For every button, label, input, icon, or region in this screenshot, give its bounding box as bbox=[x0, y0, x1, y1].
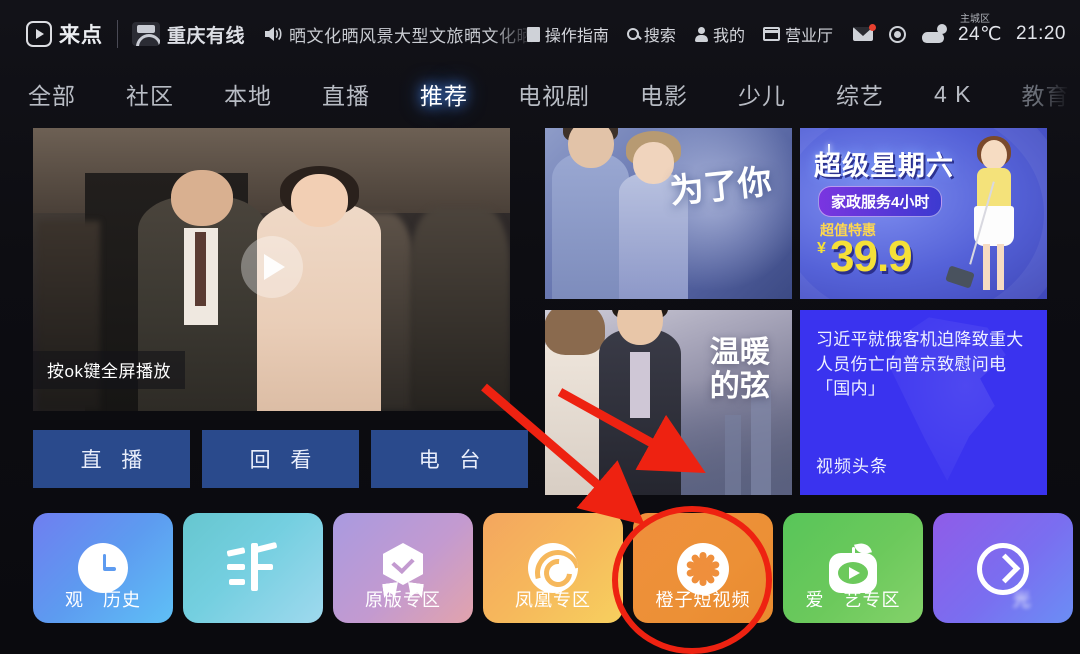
tile-arrow-zone[interactable]: 光 bbox=[933, 513, 1073, 623]
tab-recommend[interactable]: 推荐 bbox=[408, 71, 480, 116]
tab-variety[interactable]: 综艺 bbox=[836, 77, 884, 111]
tv-home-screen: 来点 重庆有线 晒文化晒风景大型文旅晒文化晒 操作指南 搜索 我的 营业厅 主城… bbox=[0, 0, 1080, 654]
radio-button[interactable]: 电 台 bbox=[371, 430, 528, 488]
tile-label: 爱 艺专区 bbox=[805, 590, 901, 610]
news-headline: 习近平就俄客机迫降致重大人员伤亡向普京致慰问电「国内」 bbox=[816, 330, 1024, 399]
drama-title-line-2: 的弦 bbox=[709, 370, 770, 404]
play-logo-icon bbox=[26, 21, 52, 47]
header-divider bbox=[117, 20, 118, 48]
weather-block: 主城区 24℃ bbox=[957, 14, 1002, 46]
tab-kids[interactable]: 少儿 bbox=[738, 77, 786, 111]
drama-title-line-1: 温暖 bbox=[709, 335, 770, 369]
play-icon[interactable] bbox=[240, 235, 303, 298]
header-right-group: 操作指南 搜索 我的 营业厅 主城区 24℃ 21:20 bbox=[509, 0, 1066, 68]
ad-pill-label: 家政服务4小时 bbox=[818, 186, 943, 217]
menu-item-shop-label: 营业厅 bbox=[784, 28, 833, 45]
tab-live[interactable]: 直播 bbox=[322, 77, 370, 111]
play-hint-label: 按ok键全屏播放 bbox=[33, 351, 185, 389]
region-label: 主城区 bbox=[959, 13, 990, 25]
temperature-label: 24℃ bbox=[957, 23, 1002, 45]
drama-card-weinini[interactable]: 为了你 bbox=[545, 128, 792, 299]
sun-cloud-icon bbox=[921, 24, 948, 44]
tile-fun[interactable] bbox=[183, 513, 323, 623]
shop-icon bbox=[762, 27, 780, 41]
live-button[interactable]: 直 播 bbox=[33, 430, 190, 488]
tile-label: 光 bbox=[974, 590, 1032, 610]
featured-video-player[interactable]: 按ok键全屏播放 bbox=[33, 128, 510, 411]
user-icon bbox=[694, 26, 708, 42]
mail-icon[interactable] bbox=[852, 24, 876, 41]
tile-label: 橙子短视频 bbox=[655, 590, 751, 610]
promo-ad-card[interactable]: 超级星期六 家政服务4小时 超值特惠 ¥ 39.9 bbox=[800, 128, 1047, 299]
menu-item-guide-label: 操作指南 bbox=[544, 28, 609, 45]
mail-badge-dot bbox=[868, 24, 876, 31]
header-left-group: 来点 重庆有线 晒文化晒风景大型文旅晒文化晒 bbox=[0, 19, 534, 49]
tile-original-zone[interactable]: 原版专区 bbox=[333, 513, 473, 623]
tab-community[interactable]: 社区 bbox=[126, 77, 174, 111]
menu-item-mine-label: 我的 bbox=[712, 28, 745, 45]
playback-button[interactable]: 回 看 bbox=[202, 430, 359, 488]
marquee-text: 晒文化晒风景大型文旅晒文化晒 bbox=[289, 26, 535, 46]
target-icon[interactable] bbox=[888, 25, 906, 43]
tile-label: 原版专区 bbox=[365, 590, 441, 610]
clock-label: 21:20 bbox=[1015, 23, 1066, 44]
search-icon bbox=[626, 28, 639, 40]
tile-orange-short-video[interactable]: 橙子短视频 bbox=[633, 513, 773, 623]
tile-label: 凤凰专区 bbox=[515, 590, 591, 610]
menu-item-mine[interactable]: 我的 bbox=[694, 22, 745, 46]
tile-label: 观 历史 bbox=[65, 590, 141, 610]
app-tile-row: 观 历史 原版专区 凤凰专区 橙子短视频 爱 艺专区 光 bbox=[33, 513, 1073, 623]
category-tab-bar: 全部 社区 本地 直播 推荐 电视剧 电影 少儿 综艺 4 K 教育 bbox=[0, 70, 1080, 118]
tab-local[interactable]: 本地 bbox=[224, 77, 272, 111]
guide-book-icon bbox=[526, 26, 540, 42]
tab-tv-series[interactable]: 电视剧 bbox=[518, 77, 590, 111]
cable-wifi-icon bbox=[132, 22, 160, 46]
tab-education[interactable]: 教育 bbox=[1022, 77, 1070, 111]
tab-all[interactable]: 全部 bbox=[28, 77, 76, 111]
ad-illustration bbox=[965, 136, 1029, 295]
tab-movies[interactable]: 电影 bbox=[640, 77, 688, 111]
menu-item-search[interactable]: 搜索 bbox=[626, 22, 676, 46]
tab-4k[interactable]: 4 K bbox=[934, 81, 972, 108]
tile-watch-history[interactable]: 观 历史 bbox=[33, 513, 173, 623]
menu-item-shop[interactable]: 营业厅 bbox=[762, 22, 833, 46]
top-header-bar: 来点 重庆有线 晒文化晒风景大型文旅晒文化晒 操作指南 搜索 我的 营业厅 主城… bbox=[0, 0, 1080, 68]
news-headline-card[interactable]: 习近平就俄客机迫降致重大人员伤亡向普京致慰问电「国内」 视频头条 bbox=[800, 310, 1047, 495]
speaker-icon bbox=[263, 25, 283, 43]
news-tag-label: 视频头条 bbox=[816, 457, 888, 476]
ad-title: 超级星期六 bbox=[814, 151, 954, 181]
operator-name: 重庆有线 bbox=[167, 25, 246, 47]
tile-iqiyi-zone[interactable]: 爱 艺专区 bbox=[783, 513, 923, 623]
menu-item-search-label: 搜索 bbox=[643, 28, 676, 45]
ad-price: 39.9 bbox=[830, 232, 913, 281]
menu-item-guide[interactable]: 操作指南 bbox=[526, 22, 609, 46]
drama-card-title-2: 温暖 的弦 bbox=[710, 336, 770, 405]
tile-phoenix-zone[interactable]: 凤凰专区 bbox=[483, 513, 623, 623]
brand-name: 来点 bbox=[59, 24, 103, 47]
fun-text-icon bbox=[226, 541, 279, 591]
drama-card-wennuandexian[interactable]: 温暖 的弦 bbox=[545, 310, 792, 495]
quick-action-buttons: 直 播 回 看 电 台 bbox=[33, 430, 528, 488]
